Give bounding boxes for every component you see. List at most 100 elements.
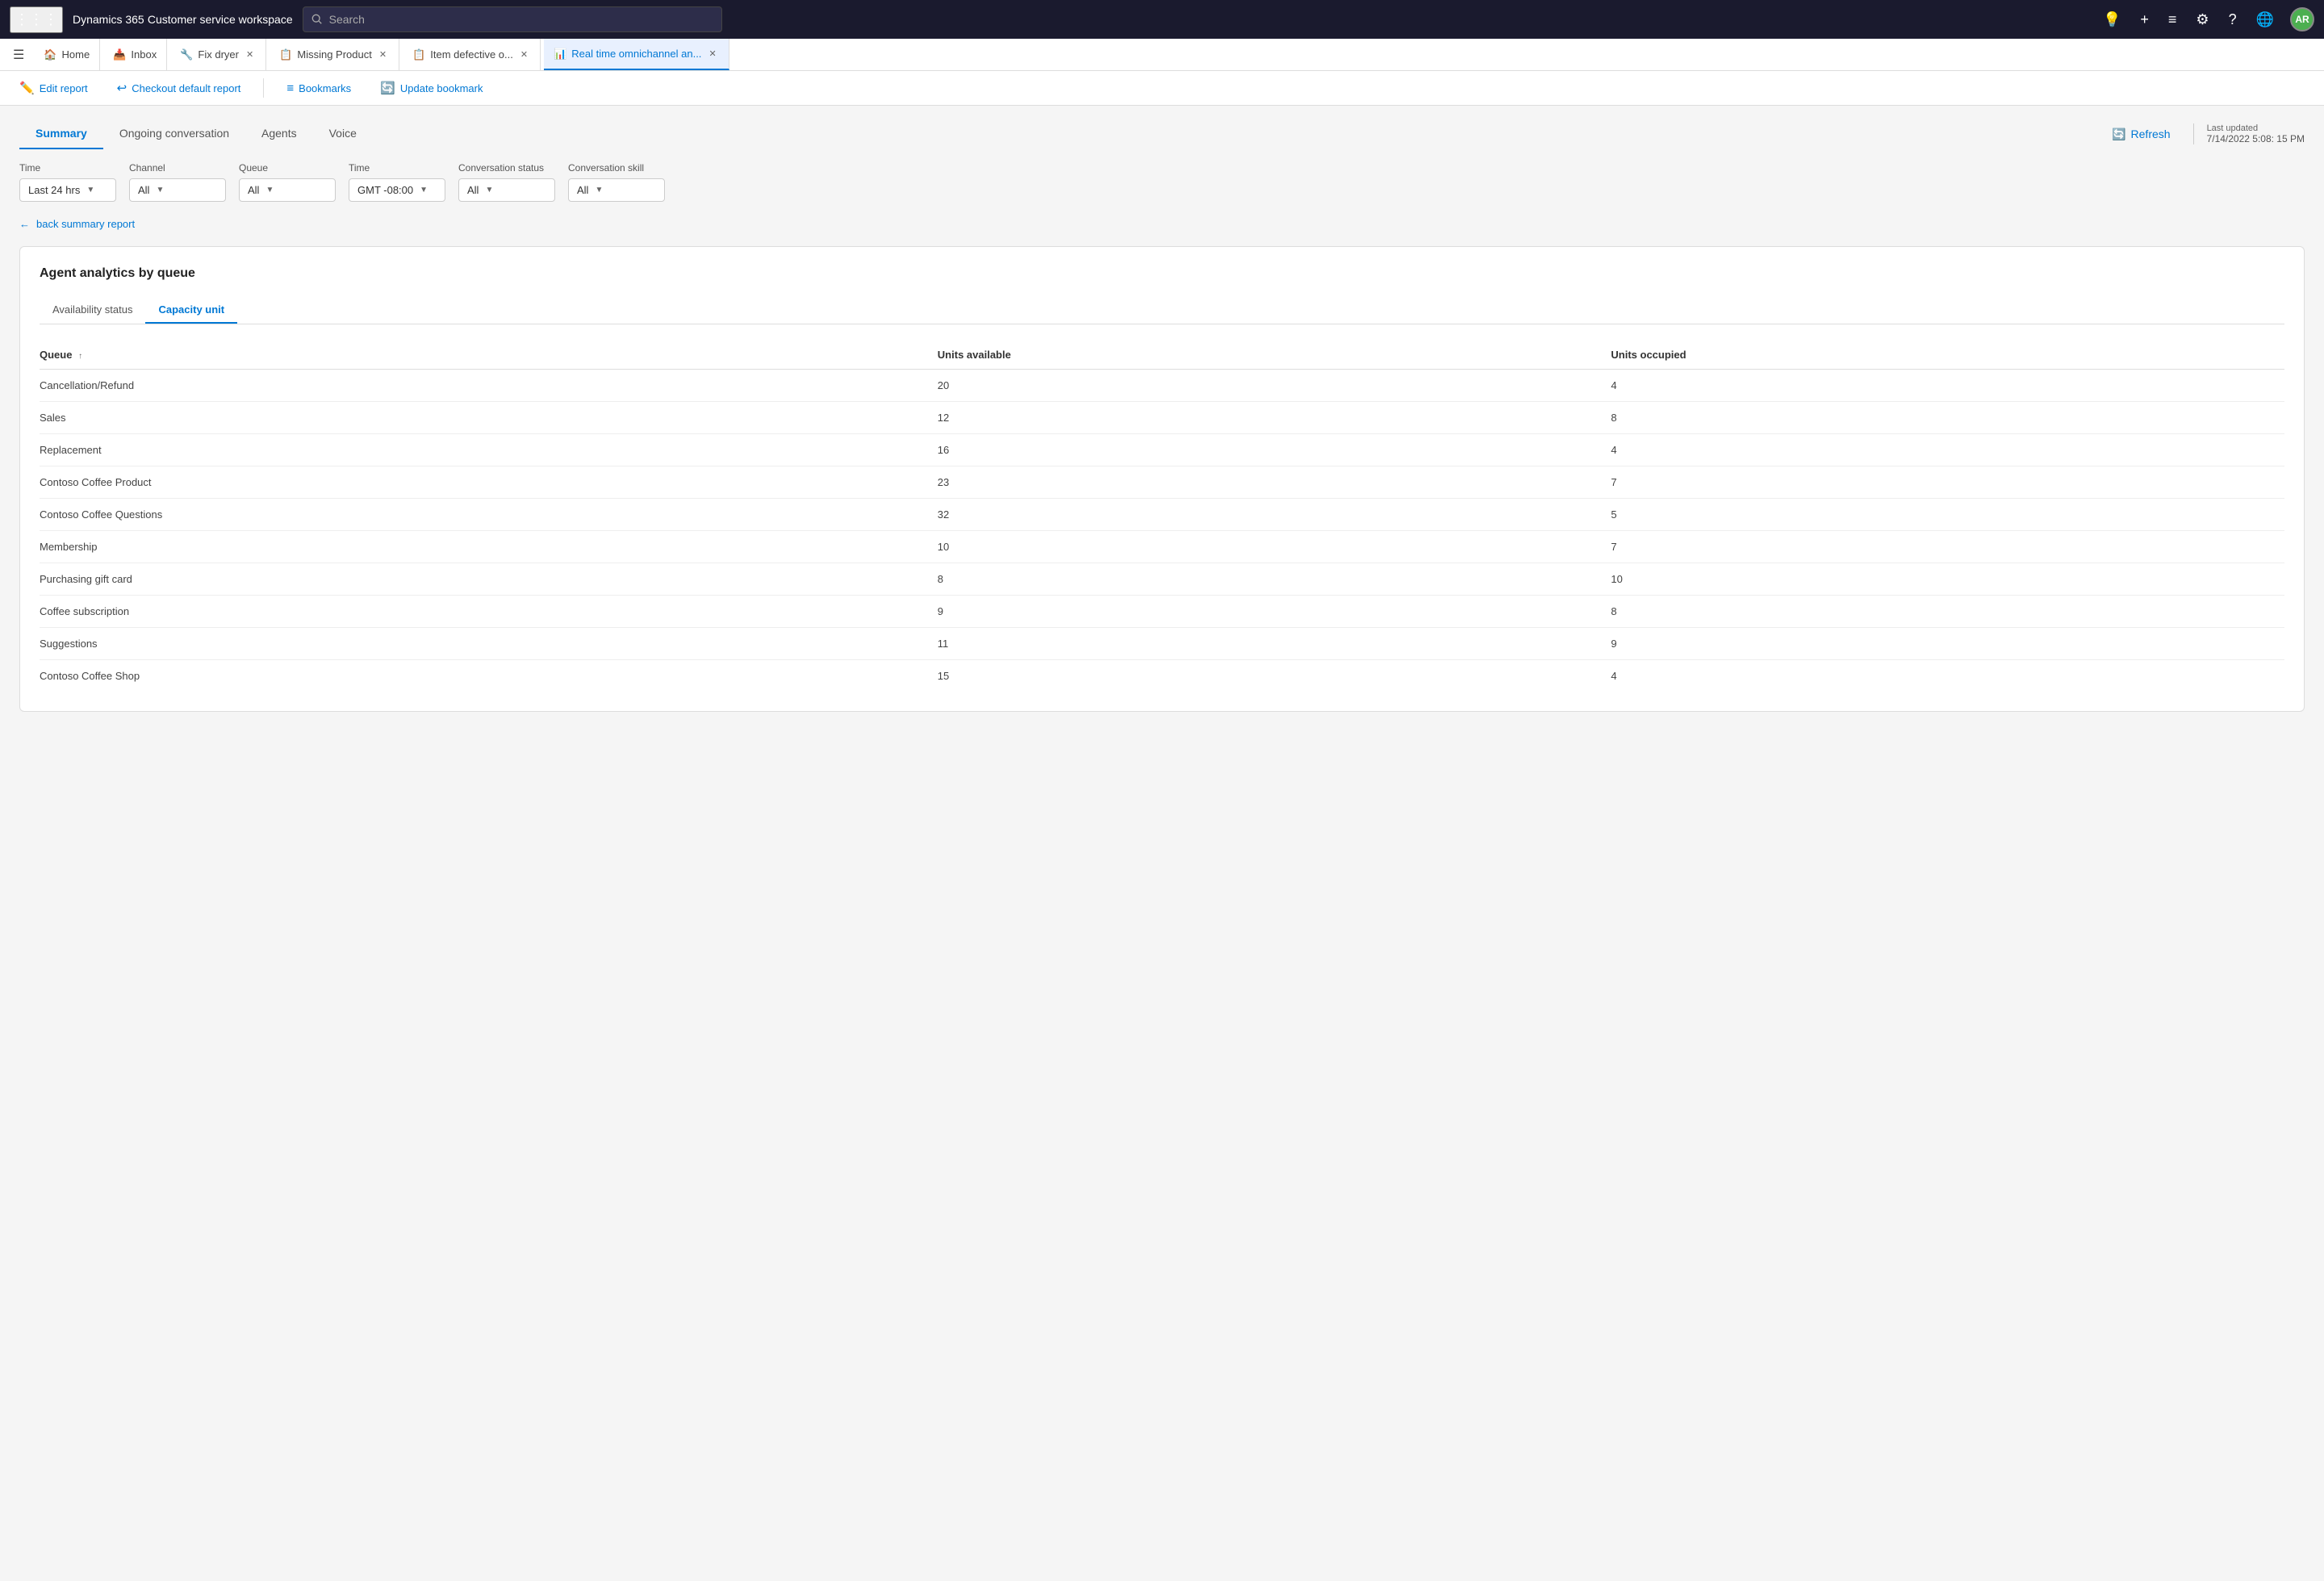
- back-arrow-icon: ←: [19, 218, 30, 230]
- update-bookmark-button[interactable]: 🔄 Update bookmark: [374, 77, 489, 98]
- capacity-unit-table: Queue ↑ Units available Units occupied C…: [40, 341, 2284, 692]
- tab-item-defective-label: Item defective o...: [430, 48, 513, 61]
- tab-ongoing-conversation[interactable]: Ongoing conversation: [103, 119, 245, 149]
- filter-conv-skill-select[interactable]: All ▼: [568, 178, 665, 202]
- filter-time2-select[interactable]: GMT -08:00 ▼: [349, 178, 445, 202]
- globe-icon-button[interactable]: 🌐: [2253, 8, 2277, 31]
- bookmarks-button[interactable]: ≡ Bookmarks: [280, 78, 357, 98]
- back-link[interactable]: ← back summary report: [19, 218, 2305, 230]
- plus-icon-button[interactable]: +: [2137, 8, 2152, 31]
- cell-queue-3: Contoso Coffee Product: [40, 466, 938, 499]
- column-header-units-occupied: Units occupied: [1611, 341, 2284, 370]
- app-brand: Dynamics 365 Customer service workspace: [73, 13, 293, 27]
- search-input[interactable]: [329, 13, 713, 26]
- tab-inbox[interactable]: 📥 Inbox: [103, 39, 167, 70]
- cell-queue-1: Sales: [40, 402, 938, 434]
- table-row: Sales 12 8: [40, 402, 2284, 434]
- last-updated-label: Last updated: [2207, 123, 2305, 133]
- refresh-icon: 🔄: [2112, 128, 2125, 141]
- cell-units-available-2: 16: [938, 434, 1611, 466]
- toolbar-divider: [263, 78, 264, 98]
- tab-fix-dryer-label: Fix dryer: [198, 48, 239, 61]
- tabs-bar: ☰ 🏠 Home 📥 Inbox 🔧 Fix dryer ✕ 📋 Missing…: [0, 39, 2324, 71]
- chart-icon: 📊: [554, 48, 566, 61]
- chevron-down-icon-4: ▼: [420, 186, 428, 194]
- tab-item-defective-close[interactable]: ✕: [518, 48, 530, 61]
- tab-missing-product[interactable]: 📋 Missing Product ✕: [270, 39, 399, 70]
- report-tabs: Summary Ongoing conversation Agents Voic…: [19, 119, 373, 149]
- cell-queue-8: Suggestions: [40, 628, 938, 660]
- cell-units-available-6: 8: [938, 563, 1611, 596]
- sort-icon-queue: ↑: [78, 352, 82, 361]
- checkout-default-report-button[interactable]: ↩ Checkout default report: [111, 77, 248, 98]
- menu-icon-button[interactable]: ≡: [2165, 8, 2180, 31]
- tab-fix-dryer-close[interactable]: ✕: [244, 48, 256, 61]
- settings-icon-button[interactable]: ⚙: [2192, 8, 2212, 31]
- table-row: Coffee subscription 9 8: [40, 596, 2284, 628]
- filter-queue-value: All: [248, 184, 259, 196]
- column-header-units-available: Units available: [938, 341, 1611, 370]
- tab-capacity-unit[interactable]: Capacity unit: [145, 297, 237, 324]
- filter-conv-status-value: All: [467, 184, 479, 196]
- edit-icon: ✏️: [19, 81, 35, 95]
- inner-tabs: Availability status Capacity unit: [40, 297, 2284, 324]
- tab-availability-status[interactable]: Availability status: [40, 297, 145, 324]
- cell-units-occupied-2: 4: [1611, 434, 2284, 466]
- edit-report-button[interactable]: ✏️ Edit report: [13, 77, 94, 98]
- tab-agents[interactable]: Agents: [245, 119, 313, 149]
- lightbulb-icon-button[interactable]: 💡: [2100, 8, 2124, 31]
- bookmarks-label: Bookmarks: [299, 82, 351, 94]
- cell-units-available-7: 9: [938, 596, 1611, 628]
- user-avatar[interactable]: AR: [2290, 7, 2314, 31]
- filter-conv-skill-label: Conversation skill: [568, 162, 665, 174]
- agent-analytics-card: Agent analytics by queue Availability st…: [19, 246, 2305, 712]
- refresh-area: 🔄 Refresh Last updated 7/14/2022 5:08: 1…: [2102, 123, 2305, 146]
- tab-real-time-close[interactable]: ✕: [706, 48, 718, 60]
- report-header: Summary Ongoing conversation Agents Voic…: [19, 119, 2305, 149]
- last-updated-value: 7/14/2022 5:08: 15 PM: [2207, 133, 2305, 144]
- cell-queue-7: Coffee subscription: [40, 596, 938, 628]
- tab-real-time[interactable]: 📊 Real time omnichannel an... ✕: [544, 39, 729, 70]
- tab-missing-product-label: Missing Product: [297, 48, 371, 61]
- tab-fix-dryer[interactable]: 🔧 Fix dryer ✕: [170, 39, 266, 70]
- cell-queue-6: Purchasing gift card: [40, 563, 938, 596]
- table-row: Contoso Coffee Questions 32 5: [40, 499, 2284, 531]
- cell-queue-9: Contoso Coffee Shop: [40, 660, 938, 692]
- cell-units-available-5: 10: [938, 531, 1611, 563]
- filter-queue-label: Queue: [239, 162, 336, 174]
- filter-time1-value: Last 24 hrs: [28, 184, 80, 196]
- filter-time1: Time Last 24 hrs ▼: [19, 162, 116, 202]
- cell-units-occupied-0: 4: [1611, 370, 2284, 402]
- hamburger-button[interactable]: ☰: [6, 44, 31, 66]
- refresh-button[interactable]: 🔄 Refresh: [2102, 123, 2180, 146]
- tab-item-defective[interactable]: 📋 Item defective o... ✕: [403, 39, 541, 70]
- filter-conv-skill: Conversation skill All ▼: [568, 162, 665, 202]
- filter-time1-select[interactable]: Last 24 hrs ▼: [19, 178, 116, 202]
- tab-home[interactable]: 🏠 Home: [34, 39, 100, 70]
- cell-units-occupied-6: 10: [1611, 563, 2284, 596]
- filter-conv-status-select[interactable]: All ▼: [458, 178, 555, 202]
- table-row: Suggestions 11 9: [40, 628, 2284, 660]
- filter-queue-select[interactable]: All ▼: [239, 178, 336, 202]
- tab-voice[interactable]: Voice: [313, 119, 373, 149]
- search-icon: [311, 14, 323, 25]
- cell-queue-4: Contoso Coffee Questions: [40, 499, 938, 531]
- column-header-queue[interactable]: Queue ↑: [40, 341, 938, 370]
- chevron-down-icon-1: ▼: [86, 186, 94, 194]
- tab-missing-product-close[interactable]: ✕: [377, 48, 389, 61]
- home-icon: 🏠: [44, 48, 56, 61]
- waffle-menu-button[interactable]: ⋮⋮⋮: [10, 6, 63, 33]
- filter-channel-select[interactable]: All ▼: [129, 178, 226, 202]
- filter-channel-value: All: [138, 184, 149, 196]
- filter-time2: Time GMT -08:00 ▼: [349, 162, 445, 202]
- table-row: Contoso Coffee Shop 15 4: [40, 660, 2284, 692]
- help-icon-button[interactable]: ?: [2226, 8, 2240, 31]
- cell-units-available-4: 32: [938, 499, 1611, 531]
- global-search[interactable]: [303, 6, 722, 32]
- table-row: Purchasing gift card 8 10: [40, 563, 2284, 596]
- refresh-label: Refresh: [2131, 128, 2171, 140]
- tab-summary[interactable]: Summary: [19, 119, 103, 149]
- cell-queue-2: Replacement: [40, 434, 938, 466]
- filter-channel: Channel All ▼: [129, 162, 226, 202]
- card-title: Agent analytics by queue: [40, 266, 2284, 281]
